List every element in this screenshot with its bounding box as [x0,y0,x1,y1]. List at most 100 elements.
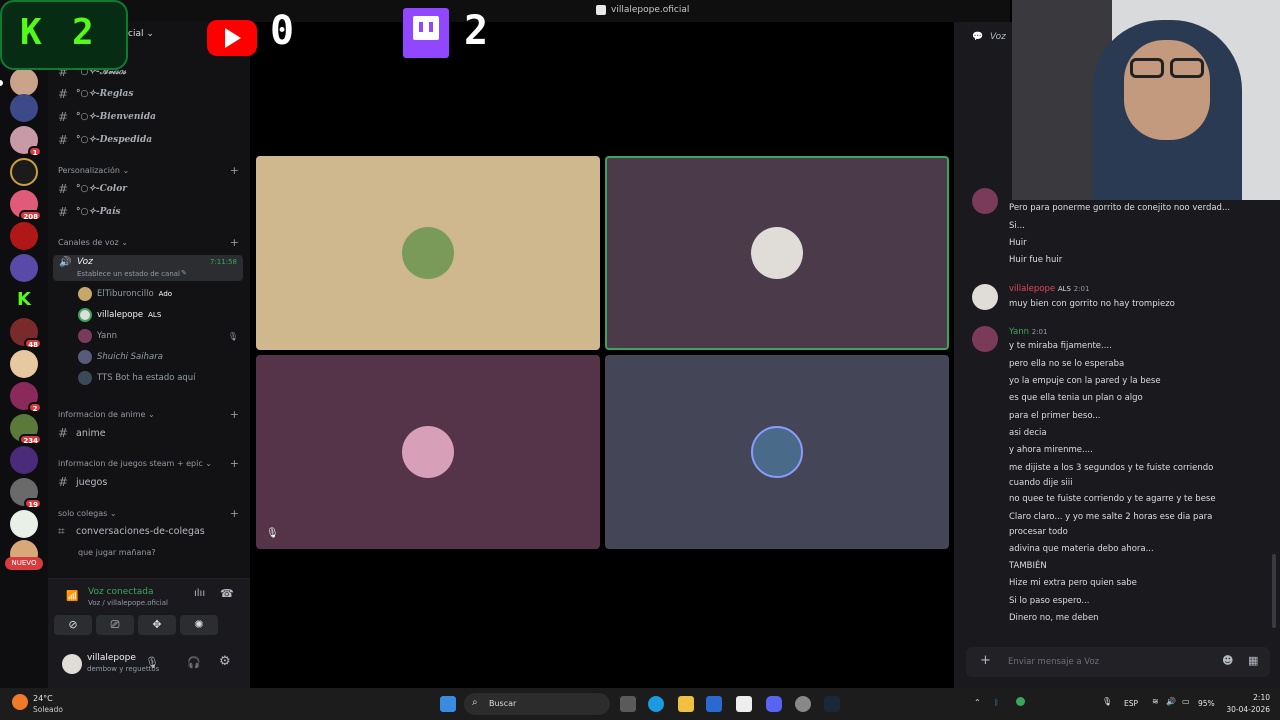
voice-member[interactable]: Shuichi Saihara [78,348,238,366]
voice-member[interactable]: ElTiburoncillo Ado [78,285,238,303]
discord-taskbar-icon[interactable] [766,696,782,712]
category-anime[interactable]: informacion de anime ⌄ + [58,407,243,421]
server-icon[interactable]: 19 [10,478,42,509]
add-channel-icon[interactable]: + [230,408,239,421]
category-canales-de-voz[interactable]: Canales de voz ⌄ + [58,235,243,249]
category-juegos[interactable]: informacion de juegos steam + epic ⌄ + [58,456,243,470]
add-channel-icon[interactable]: + [230,507,239,520]
steam-icon[interactable] [824,696,840,712]
server-icon[interactable]: 234 [10,414,42,445]
camera-off-button[interactable]: ⊘ [54,615,92,635]
chat-message: Huir [1009,238,1027,248]
battery-percent[interactable]: 95% [1198,699,1215,708]
channel-conversaciones[interactable]: ⌗ conversaciones-de-colegas [58,522,243,540]
noise-suppression-icon[interactable]: ılıı [194,588,205,599]
participant-tile[interactable]: 🎙 [256,355,600,549]
file-explorer-icon[interactable] [678,696,694,712]
activities-button[interactable]: ✥ [138,615,176,635]
disconnect-icon[interactable]: ☎ [220,587,234,600]
server-icon[interactable] [10,446,38,474]
category-solo-colegas[interactable]: solo colegas ⌄ + [58,506,243,520]
store-icon[interactable] [706,696,722,712]
microphone-icon[interactable]: 🎙 [145,656,159,669]
start-menu-icon[interactable] [440,696,456,712]
emoji-icon[interactable]: ☻ [1222,654,1233,667]
channel-color[interactable]: # °○✧-Color [58,180,243,198]
chat-bubble-icon: 💬 [972,32,984,42]
volume-icon[interactable]: 🔊 [1166,697,1176,706]
task-view-icon[interactable] [620,696,636,712]
channel-despedida[interactable]: # °○✧-Despedida [58,131,243,149]
role-tag: Ado [158,290,173,298]
clock-time[interactable]: 2:10 [1240,693,1270,702]
message-author[interactable]: Yann 2:01 [1009,327,1047,337]
channel-bienvenida[interactable]: # °○✧-Bienvenida [58,108,243,126]
server-icon[interactable]: 1 [10,126,42,157]
signal-icon: 📶 [66,591,79,602]
chat-message: TAMBIÉN [1009,561,1047,571]
server-icon[interactable] [10,222,38,250]
voice-member[interactable]: villalepope ALS [78,306,238,324]
server-icon[interactable] [10,68,38,96]
kick-server-icon[interactable]: K [10,286,38,314]
weather-temp[interactable]: 24°C [33,694,53,703]
avatar[interactable] [972,188,998,214]
server-icon[interactable]: 208 [10,190,42,221]
title-bar: villalepope.oficial [0,0,1010,22]
channel-juegos[interactable]: # juegos [58,473,243,491]
apps-grid-icon[interactable]: ▦ [1248,654,1258,667]
avatar[interactable] [972,326,998,352]
participant-tile[interactable] [256,156,600,350]
server-icon[interactable] [10,158,38,186]
weather-desc[interactable]: Soleado [33,705,63,714]
settings-gear-icon[interactable]: ⚙ [219,654,231,669]
server-icon[interactable]: 2 [10,382,42,413]
calendar-app-icon[interactable] [736,696,752,712]
voice-channel-voz[interactable]: 🔊 Voz 7:11:58 Establece un estado de can… [53,255,243,281]
voice-member[interactable]: TTS Bot ha estado aquí [78,369,238,387]
add-channel-icon[interactable]: + [230,236,239,249]
tray-app-icon[interactable] [1016,697,1025,706]
microphone-tray-icon[interactable]: 🎙 [1102,697,1112,706]
voice-member[interactable]: Yann 🎙 [78,327,238,345]
weather-sun-icon[interactable] [12,694,28,710]
add-attachment-icon[interactable]: + [980,653,991,668]
headphones-icon[interactable]: 🎧 [187,656,201,669]
bluetooth-icon[interactable]: ᛒ [994,698,999,707]
chat-input-placeholder[interactable]: Enviar mensaje a Voz [1008,657,1099,667]
server-icon[interactable]: 48 [10,318,42,349]
taskbar-search[interactable]: ⌕ Buscar [464,693,610,715]
server-icon[interactable] [10,254,38,282]
chat-message: y te miraba fijamente.... [1009,341,1112,351]
add-channel-icon[interactable]: + [230,164,239,177]
channel-anime[interactable]: # anime [58,424,243,442]
message-author[interactable]: villalepope ALS 2:01 [1009,284,1089,294]
voice-location[interactable]: Voz / villalepope.oficial [88,599,168,607]
soundboard-button[interactable]: ✺ [180,615,218,635]
server-icon[interactable] [10,94,38,122]
server-icon[interactable] [10,350,38,378]
chevron-up-icon[interactable]: ⌃ [974,698,981,707]
participant-tile[interactable] [605,355,949,549]
wifi-icon[interactable]: ≋ [1152,697,1159,706]
avatar[interactable] [972,284,998,310]
scrollbar-thumb[interactable] [1272,554,1276,628]
server-name[interactable]: cial ⌄ [128,29,154,39]
screen-share-button[interactable]: ⎚ [96,615,134,635]
battery-icon[interactable]: ▭ [1182,697,1190,706]
add-channel-icon[interactable]: + [230,457,239,470]
channel-status-link[interactable]: Establece un estado de canal [77,270,180,278]
app-icon[interactable] [795,696,811,712]
category-personalizacion[interactable]: Personalización ⌄ + [58,163,243,177]
channel-pais[interactable]: # °○✧-País [58,203,243,221]
server-icon[interactable] [10,510,38,538]
channel-reglas[interactable]: # °○✧-Reglas [58,85,243,103]
avatar[interactable] [62,654,82,674]
edge-icon[interactable] [648,696,664,712]
language-indicator[interactable]: ESP [1124,699,1138,708]
edit-pencil-icon[interactable]: ✎ [181,269,187,277]
clock-date[interactable]: 30-04-2026 [1220,705,1270,714]
participant-tile-speaking[interactable] [605,156,949,350]
hash-icon: # [58,182,69,196]
thread-item[interactable]: que jugar mañana? [78,548,156,557]
